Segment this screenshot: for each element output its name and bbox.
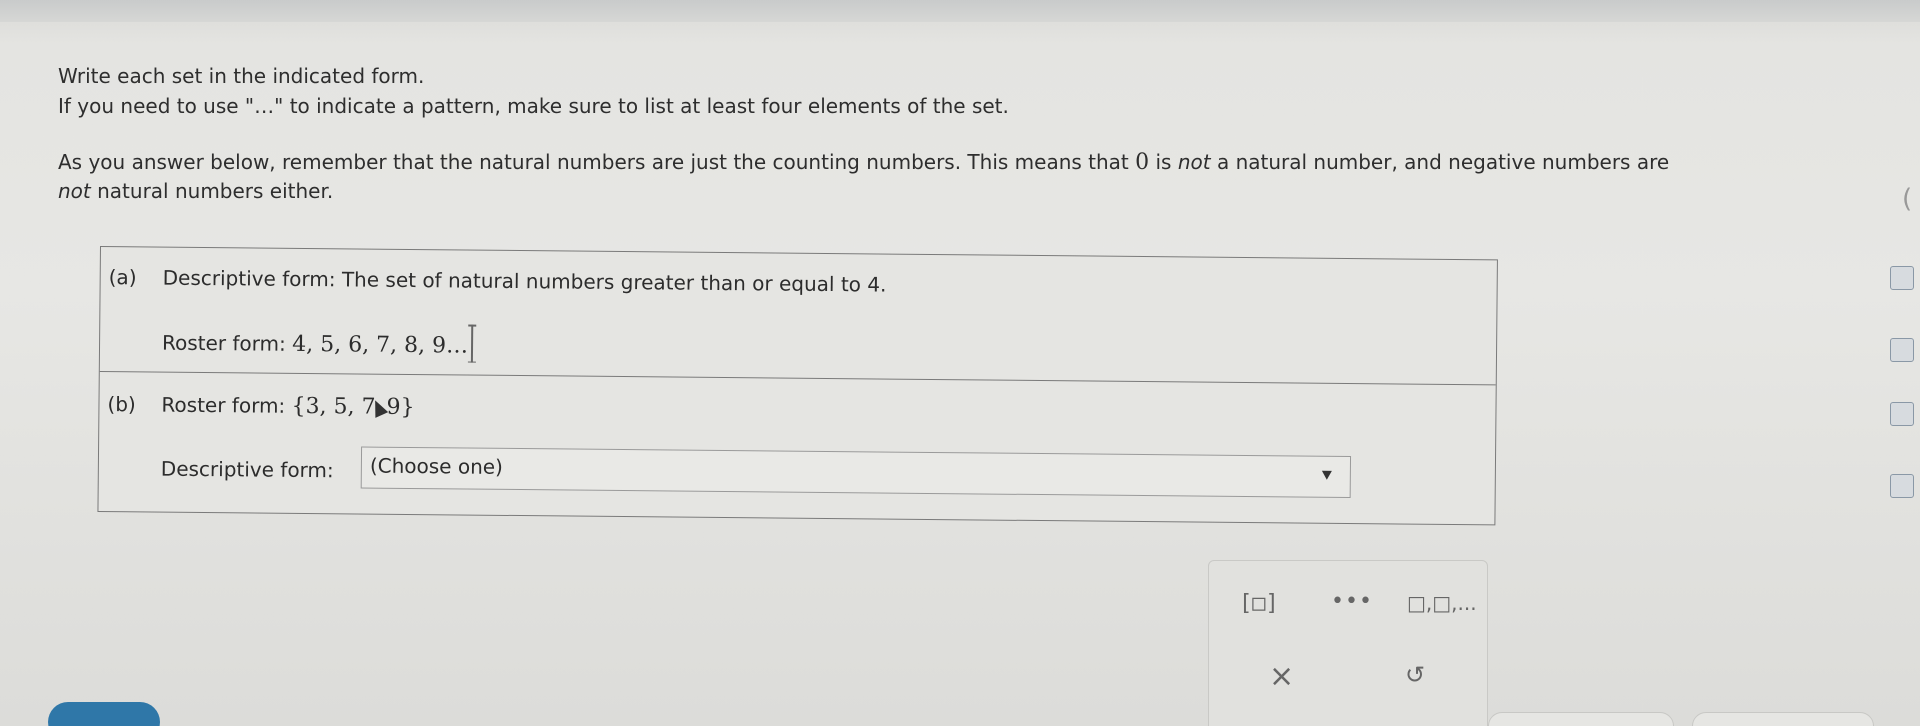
roster-form-label: Roster form: (161, 392, 292, 418)
instructions: Write each set in the indicated form. If… (58, 44, 1858, 205)
part-b: (b) Roster form: {3, 5, 7 9} Descriptive … (98, 371, 1496, 526)
select-value: (Choose one) (369, 453, 504, 479)
note-zero: 0 (1135, 150, 1150, 175)
table-icon[interactable] (1890, 402, 1914, 426)
instruction-note: As you answer below, remember that the n… (58, 148, 1838, 205)
part-a: (a) Descriptive form: The set of natural… (100, 247, 1497, 384)
part-a-roster-row[interactable]: Roster form: 4, 5, 6, 7, 8, 9… (161, 322, 474, 363)
roster-form-label: Roster form: (161, 330, 293, 356)
message-icon[interactable] (1890, 474, 1914, 498)
clear-button[interactable]: × (1269, 659, 1294, 694)
text-cursor-icon (470, 324, 474, 363)
undo-button[interactable]: ↺ (1405, 661, 1425, 689)
note-not-2: not (58, 179, 91, 203)
bottom-button-2[interactable] (1692, 712, 1874, 726)
part-a-label: (a) (108, 265, 137, 290)
descriptive-form-text: The set of natural numbers greater than … (341, 267, 887, 297)
check-button[interactable] (48, 702, 160, 726)
part-b-label: (b) (107, 392, 136, 417)
bottom-button-1[interactable] (1488, 712, 1674, 726)
roster-answer-input[interactable]: 4, 5, 6, 7, 8, 9… (292, 332, 468, 359)
page: Write each set in the indicated form. If… (0, 0, 1920, 726)
side-panel-edge-icon: ( (1902, 184, 1913, 214)
descriptive-form-select[interactable]: (Choose one) (360, 446, 1352, 499)
part-b-descriptive-row: Descriptive form: (161, 457, 334, 483)
set-braces-button[interactable]: [□] (1239, 591, 1279, 616)
part-a-descriptive-row: Descriptive form: The set of natural num… (163, 266, 887, 297)
note-not-1: not (1177, 150, 1211, 174)
list-pattern-button[interactable]: □,□,... (1407, 591, 1477, 615)
answer-box: (a) Descriptive form: The set of natural… (97, 246, 1498, 526)
roster-set-open: {3, 5, 7 (291, 393, 376, 420)
note-text-2: is (1149, 150, 1178, 174)
note-text-4: natural numbers either. (90, 179, 334, 203)
dropdown-arrow-icon (1321, 470, 1332, 480)
calculator-icon[interactable] (1890, 266, 1914, 290)
top-strip (0, 0, 1920, 22)
note-text-3: a natural number, and negative numbers a… (1210, 150, 1670, 174)
math-toolbar: [□] ••• □,□,... × ↺ (1208, 560, 1488, 726)
descriptive-form-label: Descriptive form: (160, 456, 334, 483)
instruction-line-2: If you need to use "…" to indicate a pat… (58, 94, 1009, 118)
part-b-roster-row: Roster form: {3, 5, 7 9} (161, 393, 414, 420)
video-icon[interactable] (1890, 338, 1914, 362)
roster-set-close: 9} (386, 394, 415, 421)
note-text-1: As you answer below, remember that the n… (58, 150, 1136, 174)
instruction-line-1: Write each set in the indicated form. (58, 64, 425, 88)
ellipsis-button[interactable]: ••• (1331, 589, 1373, 614)
descriptive-form-label: Descriptive form: (162, 265, 343, 292)
